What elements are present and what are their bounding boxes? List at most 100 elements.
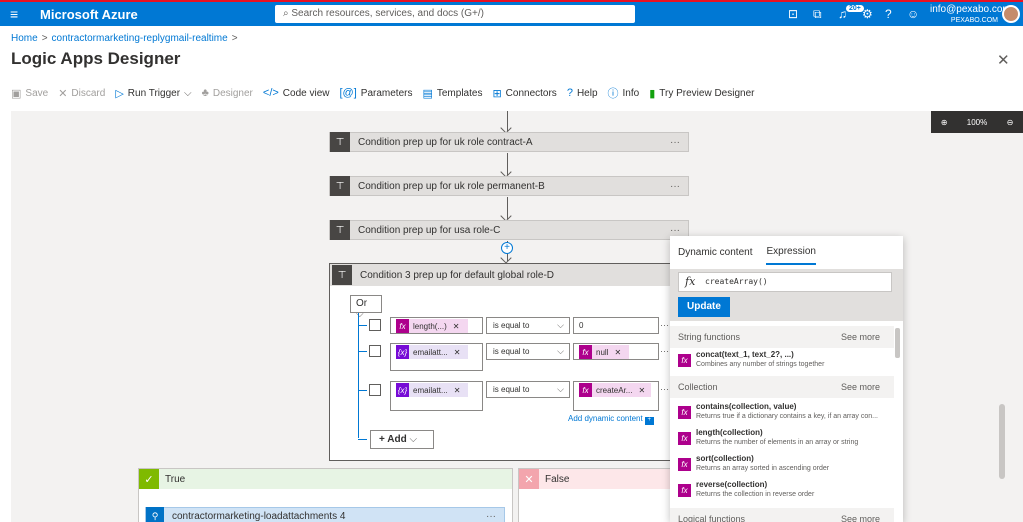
condition-icon: ⊤	[330, 220, 350, 240]
cloud-shell-icon[interactable]: ⊡	[788, 7, 798, 21]
function-item-contains[interactable]: fx contains(collection, value) Returns tru…	[678, 402, 892, 426]
remove-token-icon[interactable]: ✕	[454, 348, 461, 357]
page-more-button[interactable]: ···	[159, 52, 171, 66]
expression-token[interactable]: fx createAr... ✕	[579, 383, 651, 397]
breadcrumb-resource[interactable]: contractormarketing-replygmail-realtime	[52, 33, 228, 44]
run-trigger-button[interactable]: ▷ Run Trigger ⌵	[115, 87, 191, 100]
remove-token-icon[interactable]: ✕	[454, 386, 461, 395]
right-operand-field[interactable]: 0	[573, 317, 659, 334]
user-account[interactable]: info@pexabo.com PEXABO.COM	[930, 4, 1011, 26]
step-title: Condition prep up for usa role-C	[358, 224, 501, 236]
info-icon: ⓘ	[607, 88, 619, 100]
step-more-button[interactable]: ···	[486, 511, 504, 522]
row-connector	[358, 439, 367, 440]
chevron-down-icon: ⌵	[557, 384, 564, 394]
loadattachments-step[interactable]: ⚲ contractormarketing-loadattachments 4 …	[145, 507, 505, 522]
zoom-out-icon[interactable]: ⊖	[1007, 118, 1014, 127]
hamburger-menu-icon[interactable]: ≡	[10, 6, 18, 22]
condition-step-uk-permanent-b[interactable]: ⊤ Condition prep up for uk role permanen…	[329, 176, 689, 196]
variable-token[interactable]: {x} emailatt... ✕	[396, 383, 468, 397]
help-icon[interactable]: ?	[885, 7, 892, 21]
canvas-scrollbar[interactable]	[999, 404, 1005, 479]
breadcrumb-home[interactable]: Home	[11, 33, 38, 44]
row-checkbox[interactable]	[369, 345, 381, 357]
user-org: PEXABO.COM	[950, 17, 998, 24]
play-icon: ▷	[115, 87, 124, 100]
settings-gear-icon[interactable]: ⚙	[862, 7, 873, 21]
variable-token[interactable]: {x} emailatt... ✕	[396, 345, 468, 359]
save-button[interactable]: ▣ Save	[11, 87, 48, 100]
fx-icon: fx	[579, 345, 592, 359]
tab-expression[interactable]: Expression	[766, 240, 816, 265]
condition-step-usa-c[interactable]: ⊤ Condition prep up for usa role-C ···	[329, 220, 689, 240]
add-dynamic-content-link[interactable]: Add dynamic content +	[568, 414, 654, 425]
step-more-button[interactable]: ···	[670, 137, 688, 148]
zoom-in-icon[interactable]: ⊕	[941, 118, 948, 127]
see-more-link[interactable]: See more	[841, 332, 880, 342]
function-item-reverse[interactable]: fx reverse(collection) Returns the collect…	[678, 480, 892, 504]
check-icon: ✓	[139, 469, 159, 489]
true-branch-header[interactable]: ✓ True	[139, 469, 512, 489]
row-more-button[interactable]: ···	[660, 346, 669, 356]
flow-arrow	[507, 111, 508, 131]
tab-dynamic-content[interactable]: Dynamic content	[678, 241, 752, 264]
feedback-icon[interactable]: ☺	[907, 7, 919, 21]
expression-token[interactable]: fx null ✕	[579, 345, 629, 359]
brand-title[interactable]: Microsoft Azure	[40, 7, 138, 22]
expression-token[interactable]: fx length(...) ✕	[396, 319, 468, 333]
remove-token-icon[interactable]: ✕	[638, 386, 645, 395]
close-icon[interactable]: ✕	[997, 51, 1010, 69]
insert-step-plus-icon[interactable]: +	[501, 242, 513, 254]
row-connector	[358, 351, 367, 352]
user-email: info@pexabo.com	[930, 4, 1011, 15]
function-item-sort[interactable]: fx sort(collection) Returns an array sorte…	[678, 454, 892, 478]
see-more-link[interactable]: See more	[841, 514, 880, 522]
fx-icon: fx	[685, 275, 696, 288]
info-button[interactable]: ⓘ Info	[608, 85, 640, 101]
operator-dropdown[interactable]: is equal to ⌵	[486, 343, 570, 360]
help-button[interactable]: ? Help	[567, 87, 598, 99]
discard-button[interactable]: ✕ Discard	[58, 87, 105, 100]
section-logical-functions: Logical functions See more	[670, 508, 894, 522]
row-more-button[interactable]: ···	[660, 384, 669, 394]
step-more-button[interactable]: ···	[670, 181, 688, 192]
flow-arrow	[507, 197, 508, 219]
panel-scrollbar[interactable]	[895, 328, 900, 358]
update-button[interactable]: Update	[678, 297, 730, 317]
row-checkbox[interactable]	[369, 384, 381, 396]
function-item-length[interactable]: fx length(collection) Returns the number o…	[678, 428, 892, 452]
remove-token-icon[interactable]: ✕	[614, 348, 621, 357]
chevron-down-icon: ⌵	[557, 320, 564, 330]
row-more-button[interactable]: ···	[660, 320, 669, 330]
group-operator-dropdown[interactable]: Or ⌵	[350, 295, 382, 320]
parameters-button[interactable]: [@] Parameters	[340, 87, 413, 99]
chevron-down-icon: ⌵	[557, 346, 564, 356]
condition-step-uk-contract-a[interactable]: ⊤ Condition prep up for uk role contract…	[329, 132, 689, 152]
fx-icon: fx	[678, 484, 691, 497]
try-preview-button[interactable]: ▮ Try Preview Designer	[649, 87, 754, 100]
operator-dropdown[interactable]: is equal to ⌵	[486, 317, 570, 334]
code-view-button[interactable]: </> Code view	[263, 87, 330, 99]
see-more-link[interactable]: See more	[841, 382, 880, 392]
designer-button[interactable]: ♣ Designer	[202, 87, 253, 99]
expression-input[interactable]: fx createArray()	[678, 272, 892, 292]
connectors-button[interactable]: ⊞ Connectors	[492, 87, 556, 100]
breadcrumb: Home > contractormarketing-replygmail-real…	[11, 33, 242, 44]
operator-dropdown[interactable]: is equal to ⌵	[486, 381, 570, 398]
avatar[interactable]	[1002, 5, 1020, 23]
designer-icon: ♣	[201, 87, 209, 99]
templates-button[interactable]: ▤ Templates	[422, 87, 482, 100]
directory-filter-icon[interactable]: ⧉	[813, 7, 822, 22]
condition-header[interactable]: ⊤ Condition 3 prep up for default global…	[330, 264, 688, 286]
global-search-input[interactable]: ⌕ Search resources, services, and docs (…	[275, 5, 635, 23]
variable-icon: {x}	[396, 345, 409, 359]
add-condition-button[interactable]: + Add ⌵	[370, 430, 434, 449]
step-title: Condition prep up for uk role permanent-…	[358, 180, 545, 192]
remove-token-icon[interactable]: ✕	[453, 322, 460, 331]
row-checkbox[interactable]	[369, 319, 381, 331]
parameters-icon: [@]	[339, 87, 357, 99]
function-item-concat[interactable]: fx concat(text_1, text_2?, ...) Combines a…	[678, 350, 892, 374]
step-title: Condition 3 prep up for default global r…	[360, 269, 555, 281]
step-more-button[interactable]: ···	[670, 225, 688, 236]
dynamic-content-icon: +	[644, 417, 654, 425]
